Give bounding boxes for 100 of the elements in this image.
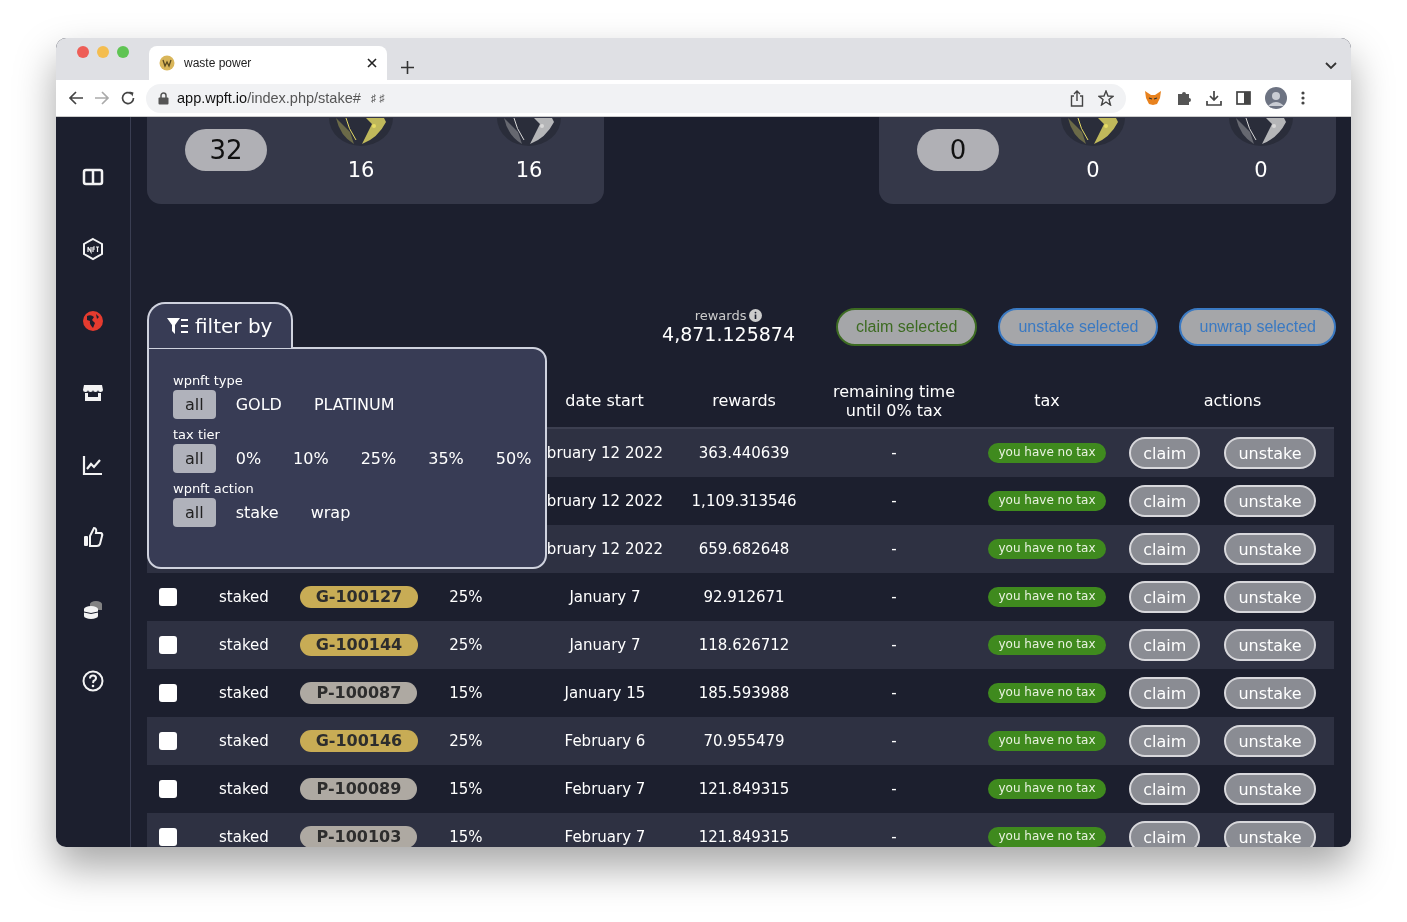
filter-option[interactable]: 35% [416, 444, 476, 473]
unstake-button[interactable]: unstake [1224, 581, 1316, 613]
sidebar-item[interactable] [81, 453, 105, 477]
close-tab-icon[interactable] [367, 58, 377, 68]
sidebar-item[interactable] [81, 237, 105, 261]
table-cell: - [825, 765, 963, 813]
table-cell: 1,109.313546 [663, 477, 826, 525]
table-cell: - [825, 428, 963, 477]
wpnft-id-badge: G-100144 [299, 634, 419, 656]
wpnft-id-badge: P-100103 [300, 826, 418, 847]
unstake-button[interactable]: unstake [1224, 629, 1316, 661]
unstake-button[interactable]: unstake [1224, 821, 1316, 847]
table-cell: - [825, 477, 963, 525]
address-bar[interactable]: app.wpft.io/index.php/stake# ♯ ♯ [146, 83, 1126, 113]
tab-title: waste power [184, 56, 253, 70]
filter-option[interactable]: GOLD [223, 390, 294, 419]
filter-option[interactable]: PLATINUM [301, 390, 407, 419]
claim-button[interactable]: claim [1129, 773, 1201, 805]
table-cell: staked [219, 587, 269, 606]
filter-option[interactable]: all [173, 444, 216, 473]
tax-badge: you have no tax [988, 539, 1106, 559]
download-icon[interactable] [1206, 90, 1222, 106]
unstake-button[interactable]: unstake [1224, 773, 1316, 805]
tier-count: 0 [1254, 158, 1268, 182]
row-checkbox[interactable] [159, 684, 177, 702]
table-cell: 25% [449, 635, 483, 654]
unstake-button[interactable]: unstake [1224, 485, 1316, 517]
table-cell: 15% [449, 779, 483, 798]
table-cell: January 7 [512, 621, 664, 669]
url-path: /index.php/stake# [247, 90, 361, 106]
tax-badge: you have no tax [988, 443, 1106, 463]
avatar-icon[interactable] [1265, 87, 1287, 109]
table-cell: - [825, 813, 963, 847]
share-icon[interactable] [1070, 89, 1084, 107]
thumbs-up-icon [81, 525, 105, 549]
table-cell: 363.440639 [663, 428, 826, 477]
total-count: 0 [917, 129, 999, 171]
close-window-button[interactable] [77, 46, 89, 58]
unstake-button[interactable]: unstake [1224, 725, 1316, 757]
chevron-down-icon[interactable] [1325, 62, 1337, 70]
wpnft-id-badge: P-100089 [300, 778, 418, 800]
claim-button[interactable]: claim [1129, 821, 1201, 847]
claim-button[interactable]: claim [1129, 581, 1201, 613]
claim-button[interactable]: claim [1129, 485, 1201, 517]
unstake-selected-button[interactable]: unstake selected [998, 308, 1159, 346]
row-checkbox[interactable] [159, 732, 177, 750]
filter-option[interactable]: 25% [348, 444, 409, 473]
table-cell: - [825, 573, 963, 621]
fox-icon[interactable] [1144, 90, 1162, 106]
tax-badge: you have no tax [988, 635, 1106, 655]
claim-button[interactable]: claim [1129, 437, 1201, 469]
table-cell: staked [219, 683, 269, 702]
row-checkbox[interactable] [159, 636, 177, 654]
reload-icon[interactable] [120, 90, 136, 106]
filter-option[interactable]: all [173, 390, 216, 419]
table-cell: 25% [449, 731, 483, 750]
bookmark-star-icon[interactable] [1098, 89, 1114, 106]
claim-selected-button[interactable]: claim selected [836, 308, 978, 346]
table-cell: staked [219, 827, 269, 846]
table-cell: bruary 12 2022 [512, 477, 664, 525]
claim-button[interactable]: claim [1129, 677, 1201, 709]
help-icon [81, 669, 105, 693]
unstake-button[interactable]: unstake [1224, 533, 1316, 565]
filter-option[interactable]: stake [223, 498, 291, 527]
tier-count: 16 [347, 158, 375, 182]
filter-group-label: wpnft action [173, 481, 255, 496]
rewards-total: 4,871.125874 [662, 323, 796, 345]
sidebar-item[interactable] [81, 525, 105, 549]
tax-badge: you have no tax [988, 683, 1106, 703]
claim-button[interactable]: claim [1129, 629, 1201, 661]
filter-option[interactable]: all [173, 498, 216, 527]
row-checkbox[interactable] [159, 780, 177, 798]
tax-badge: you have no tax [988, 779, 1106, 799]
new-tab-icon[interactable] [401, 61, 414, 74]
info-icon[interactable] [749, 309, 763, 322]
unstake-button[interactable]: unstake [1224, 437, 1316, 469]
tax-badge: you have no tax [988, 827, 1106, 847]
back-icon[interactable] [68, 90, 84, 106]
table-cell: 121.849315 [663, 765, 826, 813]
browser-tab[interactable]: waste power [149, 46, 387, 80]
filter-option[interactable]: 0% [223, 444, 274, 473]
table-cell: staked [219, 731, 269, 750]
unwrap-selected-button[interactable]: unwrap selected [1179, 308, 1336, 346]
filter-option[interactable]: wrap [298, 498, 363, 527]
url-suffix: ♯ ♯ [370, 92, 385, 104]
line-chart-icon [81, 453, 105, 477]
row-checkbox[interactable] [159, 588, 177, 606]
unstake-button[interactable]: unstake [1224, 677, 1316, 709]
puzzle-icon[interactable] [1176, 90, 1192, 106]
sidebar-item[interactable] [81, 669, 105, 693]
more-menu-icon[interactable] [1301, 91, 1305, 105]
wpnft-id-badge: G-100127 [299, 586, 419, 608]
claim-button[interactable]: claim [1129, 725, 1201, 757]
filter-tab[interactable]: filter by [147, 302, 293, 348]
row-checkbox[interactable] [159, 828, 177, 846]
claim-button[interactable]: claim [1129, 533, 1201, 565]
filter-option[interactable]: 10% [281, 444, 341, 473]
side-panel-icon[interactable] [1236, 91, 1251, 105]
table-cell: 659.682648 [663, 525, 826, 573]
table-cell: - [825, 717, 963, 765]
